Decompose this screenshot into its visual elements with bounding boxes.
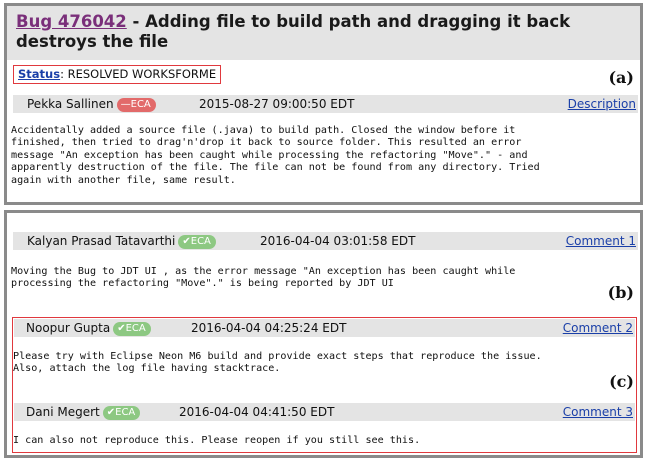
status-highlight-box: Status: RESOLVED WORKSFORME — [13, 65, 222, 84]
comment-header-1: Kalyan Prasad Tatavarthi ✔ECA 2016-04-04 … — [13, 232, 638, 250]
comment-1-link[interactable]: Comment 1 — [566, 232, 636, 250]
comment-author: Pekka Sallinen —ECA — [27, 95, 156, 113]
title-separator: - — [126, 12, 146, 31]
comment-author: Noopur Gupta ✔ECA — [26, 319, 151, 337]
comment-author: Kalyan Prasad Tatavarthi ✔ECA — [27, 232, 216, 250]
comment-header-2: Noopur Gupta ✔ECA 2016-04-04 04:25:24 EDT… — [14, 319, 635, 337]
check-icon: ✔ — [117, 323, 126, 334]
check-icon: ✔ — [182, 236, 191, 247]
eca-badge-label: ECA — [130, 99, 151, 110]
author-name: Pekka Sallinen — [27, 97, 114, 111]
eca-badge: ✔ECA — [113, 322, 151, 336]
comment-2-link[interactable]: Comment 2 — [563, 319, 633, 337]
description-header: Pekka Sallinen —ECA 2015-08-27 09:00:50 E… — [13, 95, 638, 113]
description-link[interactable]: Description — [568, 95, 636, 113]
author-name: Dani Megert — [26, 405, 100, 419]
bug-id-link[interactable]: Bug 476042 — [16, 12, 127, 31]
page-title: Bug 476042 - Adding file to build path a… — [16, 12, 636, 52]
author-name: Kalyan Prasad Tatavarthi — [27, 234, 176, 248]
comment-3-text: I can also not reproduce this. Please re… — [13, 435, 421, 446]
comment-date: 2015-08-27 09:00:50 EDT — [199, 97, 355, 111]
description-text: Accidentally added a source file (.java)… — [11, 125, 540, 186]
comments-highlight-box — [12, 317, 637, 453]
bug-description-panel: Bug 476042 - Adding file to build path a… — [4, 3, 643, 205]
annotation-label-a: (a) — [608, 68, 634, 87]
comments-panel: Kalyan Prasad Tatavarthi ✔ECA 2016-04-04 … — [4, 210, 643, 458]
eca-badge-label: ECA — [115, 407, 136, 418]
annotation-label-c: (c) — [609, 372, 634, 391]
comment-date: 2016-04-04 04:41:50 EDT — [179, 405, 335, 419]
eca-badge-label: ECA — [190, 236, 211, 247]
comment-3-link[interactable]: Comment 3 — [563, 403, 633, 421]
bug-title-bar: Bug 476042 - Adding file to build path a… — [7, 6, 640, 60]
check-icon: ✔ — [106, 407, 116, 418]
annotation-label-b: (b) — [607, 283, 634, 302]
author-name: Noopur Gupta — [26, 321, 111, 335]
status-link[interactable]: Status — [18, 67, 60, 81]
eca-badge: ✔ECA — [102, 406, 141, 420]
comment-date: 2016-04-04 03:01:58 EDT — [260, 234, 416, 248]
comment-header-3: Dani Megert ✔ECA 2016-04-04 04:41:50 EDT … — [14, 403, 635, 421]
comment-date: 2016-04-04 04:25:24 EDT — [191, 321, 347, 335]
comment-1-text: Moving the Bug to JDT UI , as the error … — [11, 266, 516, 290]
eca-badge: ✔ECA — [178, 235, 216, 249]
comment-author: Dani Megert ✔ECA — [26, 403, 141, 421]
eca-badge: —ECA — [116, 98, 156, 112]
eca-badge-label: ECA — [125, 323, 146, 334]
comment-2-text: Please try with Eclipse Neon M6 build an… — [13, 351, 542, 375]
minus-circle-icon: — — [120, 99, 131, 110]
status-value: : RESOLVED WORKSFORME — [60, 67, 217, 81]
